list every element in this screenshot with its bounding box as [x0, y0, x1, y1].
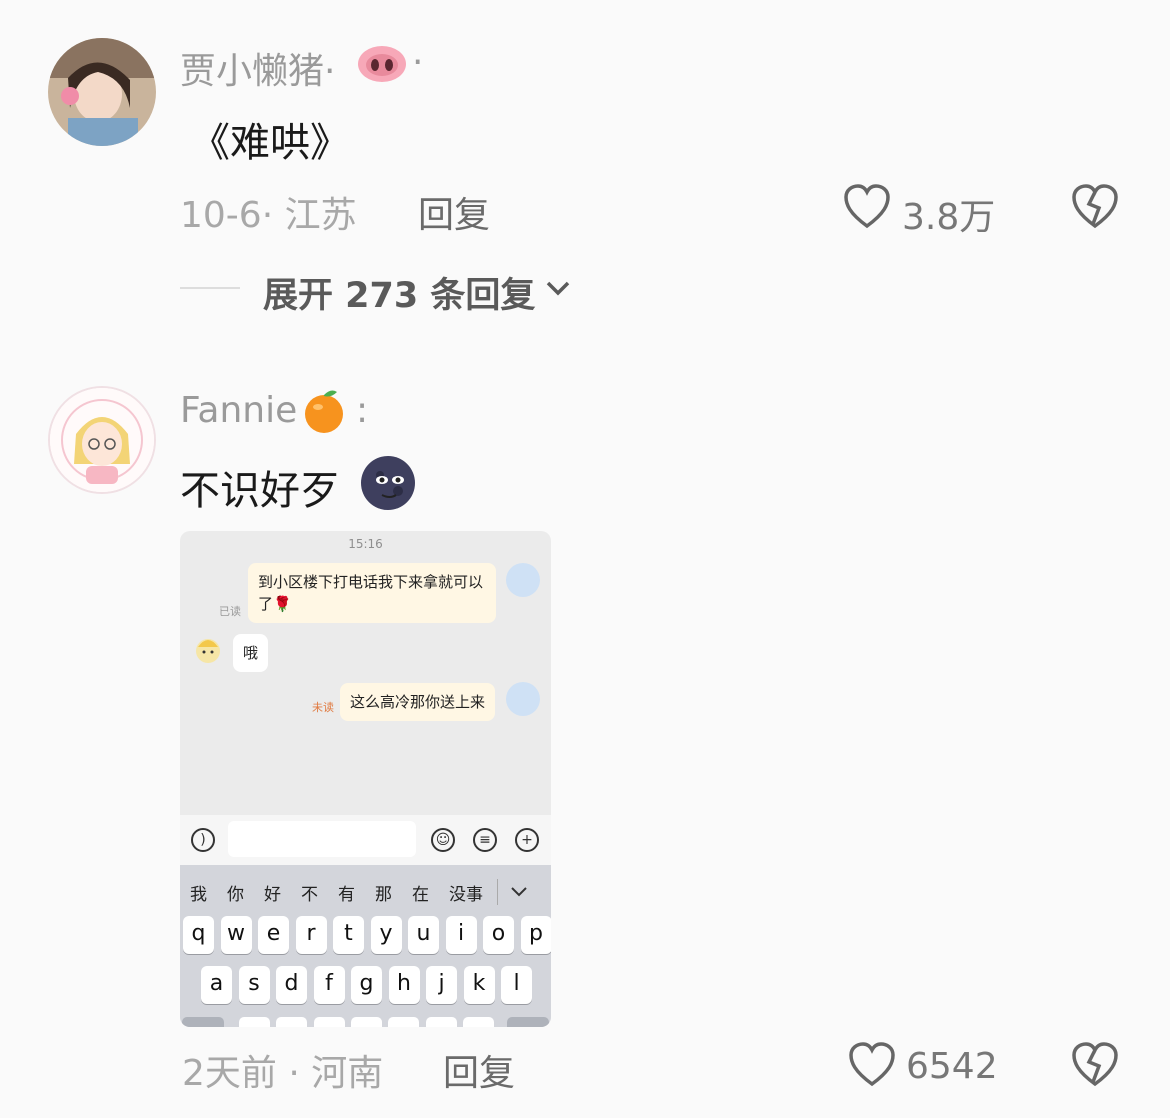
- username-colon: :: [356, 390, 369, 431]
- chat-text-input[interactable]: [228, 821, 416, 857]
- candidate-word[interactable]: 好: [264, 880, 281, 905]
- plus-icon[interactable]: +: [515, 828, 539, 852]
- candidate-word[interactable]: 那: [375, 880, 392, 905]
- username-text[interactable]: 贾小懒猪: [180, 51, 324, 92]
- emoji-icon[interactable]: ☺: [431, 828, 455, 852]
- meta-separator: ·: [288, 1053, 300, 1094]
- candidate-word[interactable]: 我: [190, 880, 207, 905]
- read-status: 已读: [219, 605, 241, 618]
- comment-username[interactable]: 贾小懒猪·: [180, 42, 335, 94]
- key-a[interactable]: a: [201, 966, 232, 1004]
- key-f[interactable]: f: [313, 966, 345, 1004]
- like-count: 3.8万: [902, 197, 996, 238]
- unread-status: 未读: [312, 701, 334, 714]
- key-q[interactable]: q: [183, 916, 214, 954]
- candidate-word[interactable]: 有: [338, 880, 355, 905]
- dislike-button[interactable]: [1071, 184, 1119, 234]
- candidate-divider: [497, 879, 498, 905]
- key-e[interactable]: e: [258, 916, 289, 954]
- avatar-jiaxiaolanzhu[interactable]: [48, 38, 156, 146]
- comment-date: 10-6: [180, 195, 262, 236]
- key-t[interactable]: t: [333, 916, 364, 954]
- chat-bubble-self-2: 这么高冷那你送上来: [340, 683, 496, 721]
- comment-date: 2天前: [182, 1053, 277, 1094]
- dislike-button-2[interactable]: [1071, 1042, 1119, 1092]
- broken-heart-icon: [1072, 1042, 1118, 1087]
- meta-separator: ·: [261, 195, 274, 236]
- avatar-fannie[interactable]: [48, 386, 156, 494]
- keyboard-row-1: q w e r t y u i o p: [183, 916, 551, 954]
- heart-icon: [844, 184, 890, 229]
- reply-button[interactable]: 回复: [418, 186, 490, 238]
- keyboard-row-3-partial: [180, 1017, 551, 1027]
- chat-time: 15:16: [348, 537, 383, 551]
- orange-emoji-icon: [303, 388, 345, 438]
- comment-text: 《难哄》: [190, 120, 350, 166]
- key-p[interactable]: p: [520, 916, 551, 954]
- candidate-bar: 我 你 好 不 有 那 在 没事: [190, 879, 528, 905]
- comment-meta: 10-6· 江苏: [180, 186, 357, 238]
- comment-username-2[interactable]: Fannie: [180, 390, 297, 431]
- moon-face-emoji-icon: [360, 455, 416, 515]
- reply-button-2[interactable]: 回复: [443, 1044, 515, 1096]
- key-j[interactable]: j: [426, 966, 457, 1004]
- chat-avatar-other: [192, 635, 224, 669]
- key-o[interactable]: o: [483, 916, 514, 954]
- broken-heart-icon: [1072, 184, 1118, 229]
- candidate-word[interactable]: 你: [227, 880, 244, 905]
- candidate-word[interactable]: 没事: [449, 880, 483, 905]
- username-separator-right: ·: [412, 42, 424, 83]
- like-button[interactable]: [843, 184, 891, 234]
- collapse-chevron-icon[interactable]: [510, 886, 528, 898]
- voice-icon[interactable]: ): [191, 828, 215, 852]
- comment-text-2: 不识好歹: [180, 468, 340, 514]
- expand-replies-button[interactable]: 展开 273 条回复: [263, 267, 535, 318]
- comment-meta-2: 2天前 · 河南: [182, 1044, 383, 1096]
- key-y[interactable]: y: [370, 916, 402, 954]
- like-count-2: 6542: [906, 1046, 998, 1087]
- chat-screenshot-image[interactable]: 15:16 到小区楼下打电话我下来拿就可以了🌹 已读 哦 这么高冷那你送上来 未…: [180, 531, 551, 1027]
- chat-bubble-other: 哦: [233, 634, 269, 672]
- like-button-2[interactable]: [848, 1042, 896, 1092]
- key-s[interactable]: s: [238, 966, 270, 1004]
- chat-avatar-self-2: [506, 682, 540, 716]
- expand-replies-label: 展开 273 条回复: [263, 276, 536, 316]
- pig-emoji-icon: [356, 44, 408, 88]
- candidate-word[interactable]: 在: [412, 880, 429, 905]
- comment-location: 江苏: [284, 195, 357, 236]
- key-w[interactable]: w: [220, 916, 252, 954]
- chat-bubble-self: 到小区楼下打电话我下来拿就可以了🌹: [248, 563, 496, 623]
- candidate-word[interactable]: 不: [301, 880, 318, 905]
- key-h[interactable]: h: [388, 966, 420, 1004]
- list-icon[interactable]: ≡: [473, 828, 497, 852]
- key-d[interactable]: d: [276, 966, 307, 1004]
- key-l[interactable]: l: [501, 966, 532, 1004]
- comment-location: 河南: [311, 1053, 384, 1094]
- heart-icon: [849, 1042, 895, 1087]
- keyboard-row-2: a s d f g h j k l: [201, 966, 539, 1004]
- key-k[interactable]: k: [463, 966, 495, 1004]
- username-separator: ·: [324, 51, 336, 92]
- key-i[interactable]: i: [445, 916, 477, 954]
- key-u[interactable]: u: [408, 916, 439, 954]
- expand-divider: [180, 287, 240, 289]
- key-g[interactable]: g: [351, 966, 382, 1004]
- key-r[interactable]: r: [295, 916, 327, 954]
- chat-avatar-self: [506, 563, 540, 597]
- chevron-down-icon: [544, 278, 572, 302]
